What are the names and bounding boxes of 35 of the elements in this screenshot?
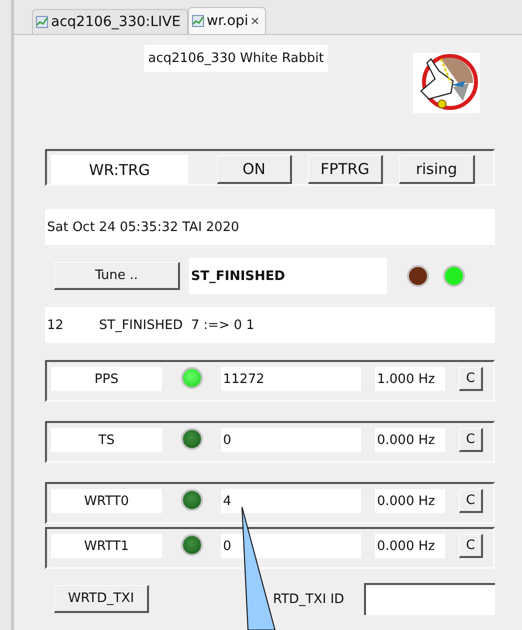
status-code: 12 [47,318,65,332]
counter-rate: 0.000 Hz [375,489,445,513]
counter-name: WRTT0 [51,489,162,513]
txi-button[interactable]: WRTD_TXI [54,585,149,613]
clear-button[interactable]: C [459,534,483,558]
editor-tab[interactable]: wr.opi [188,7,266,34]
trigger-option-button[interactable]: FPTRG [308,155,383,184]
trigger-option-button[interactable]: ON [217,155,292,184]
clear-button[interactable]: C [459,428,483,452]
chart-icon [192,15,204,27]
counter-name: PPS [51,367,162,391]
counter-rate: 0.000 Hz [375,428,445,452]
clear-button[interactable]: C [459,367,483,391]
txi-id-label: RTD_TXI ID [273,592,346,606]
counter-value: 0 [221,534,361,558]
rabbit-logo-icon [413,53,480,113]
counter-rate: 0.000 Hz [375,534,445,558]
txi-id-field[interactable] [364,583,495,615]
title-label: acq2106_330 White Rabbit [144,45,328,72]
counter-value: 11272 [221,367,361,391]
trigger-option-button[interactable]: rising [399,155,475,184]
clear-button[interactable]: C [459,489,483,513]
date-display: Sat Oct 24 05:35:32 TAI 2020 [45,209,495,245]
editor-tab[interactable]: acq2106_330:LIVE [32,9,188,34]
counter-name: WRTT1 [51,534,162,558]
trigger-name-label: WR:TRG [51,155,188,184]
state-display: ST_FINISHED [189,258,387,294]
status-text: ST_FINISHED 7 :=> 0 1 [99,318,254,332]
tune-button[interactable]: Tune .. [54,262,180,290]
counter-name: TS [51,428,162,452]
counter-value: 0 [221,428,361,452]
close-icon[interactable] [251,17,260,25]
counter-value: 4 [221,489,361,513]
counter-rate: 1.000 Hz [375,367,445,391]
chart-icon [36,16,48,28]
